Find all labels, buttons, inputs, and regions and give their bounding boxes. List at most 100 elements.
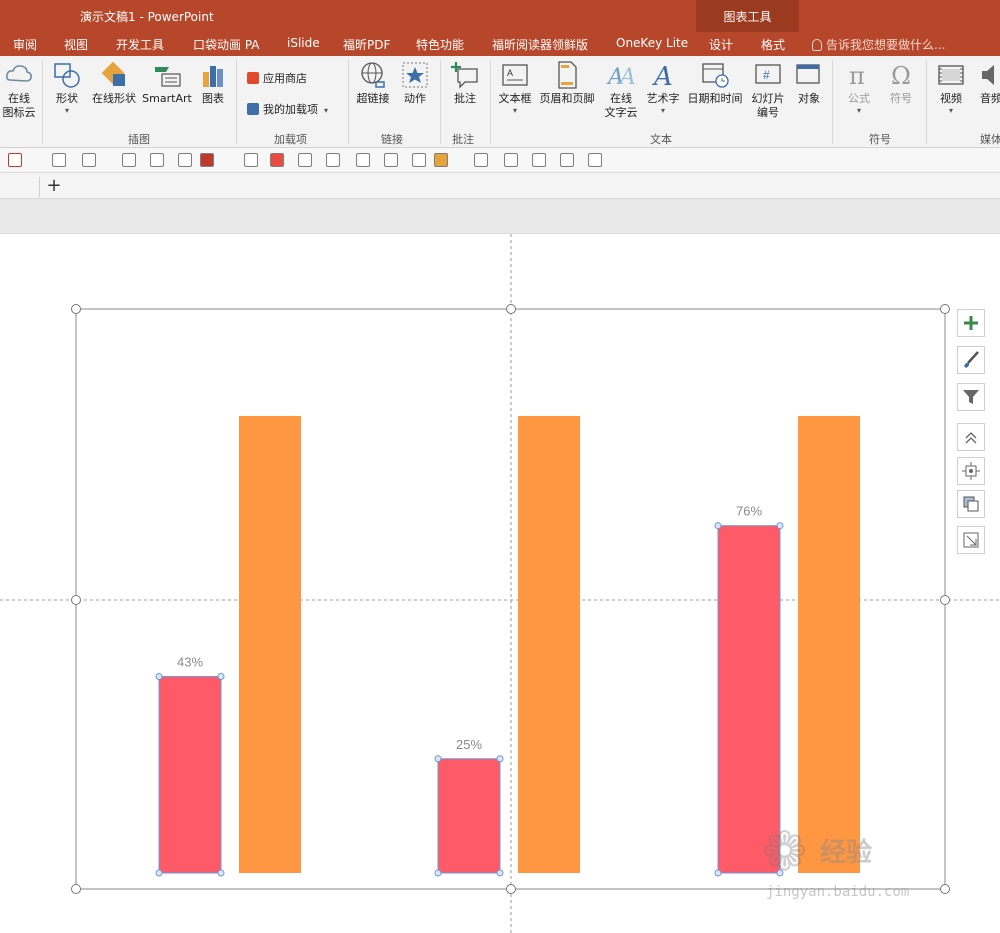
symbol-button[interactable]: Ω 符号 bbox=[882, 60, 920, 106]
bar-series2-2[interactable] bbox=[518, 416, 580, 873]
omega-icon: Ω bbox=[891, 62, 911, 90]
selection-point[interactable] bbox=[714, 522, 722, 530]
pen-color-icon[interactable] bbox=[8, 153, 22, 167]
hyperlink-button[interactable]: 超链接 bbox=[354, 60, 392, 106]
resize-handle[interactable] bbox=[940, 595, 950, 605]
bars-icon[interactable] bbox=[384, 153, 398, 167]
data-label-3[interactable]: 76% bbox=[736, 504, 762, 519]
bar-series2-1[interactable] bbox=[239, 416, 301, 873]
selection-point[interactable] bbox=[496, 869, 504, 877]
tell-me-box[interactable]: 告诉我您想要做什么... bbox=[812, 36, 945, 53]
selection-point[interactable] bbox=[714, 869, 722, 877]
online-shapes-button[interactable]: 在线形状 bbox=[88, 60, 140, 106]
image-icon[interactable] bbox=[412, 153, 426, 167]
layout-options-button[interactable] bbox=[957, 457, 985, 485]
resize-handle[interactable] bbox=[940, 304, 950, 314]
group-label-symbols: 符号 bbox=[869, 133, 891, 146]
text-effects-icon[interactable] bbox=[82, 153, 96, 167]
grid-icon[interactable] bbox=[122, 153, 136, 167]
datetime-button[interactable]: 日期和时间 bbox=[684, 60, 746, 106]
center-icon[interactable] bbox=[560, 153, 574, 167]
action-button[interactable]: 动作 bbox=[398, 60, 432, 106]
data-label-1[interactable]: 43% bbox=[177, 654, 203, 669]
chart-styles-button[interactable] bbox=[957, 346, 985, 374]
resize-handle[interactable] bbox=[506, 304, 516, 314]
bar-series1-2[interactable] bbox=[437, 758, 501, 874]
pin-icon[interactable] bbox=[504, 153, 518, 167]
comment-button[interactable]: 批注 bbox=[446, 60, 484, 106]
app-store-label: 应用商店 bbox=[263, 72, 307, 85]
tab-pocket-animation[interactable]: 口袋动画 PA bbox=[193, 36, 260, 53]
align-icon[interactable] bbox=[150, 153, 164, 167]
wordart-button[interactable]: A 艺术字 ▾ bbox=[644, 60, 682, 116]
spacing-icon[interactable] bbox=[474, 153, 488, 167]
my-addins-button[interactable]: 我的加载项 ▾ bbox=[247, 101, 328, 117]
resize-handle[interactable] bbox=[71, 304, 81, 314]
tab-view[interactable]: 视图 bbox=[64, 36, 88, 53]
tab-special-features[interactable]: 特色功能 bbox=[416, 36, 464, 53]
chart-elements-button[interactable] bbox=[957, 309, 985, 337]
chart-button[interactable]: 图表 bbox=[196, 60, 230, 106]
shapes-button[interactable]: 形状 ▾ bbox=[48, 60, 86, 116]
film-icon bbox=[938, 65, 964, 85]
equation-button[interactable]: π 公式 ▾ bbox=[840, 60, 878, 116]
tab-islide[interactable]: iSlide bbox=[287, 36, 320, 50]
selection-point[interactable] bbox=[217, 672, 225, 680]
smartart-button[interactable]: SmartArt bbox=[142, 60, 192, 106]
svg-text:A: A bbox=[507, 68, 513, 78]
tab-foxit-pdf[interactable]: 福昕PDF bbox=[343, 36, 390, 53]
group-separator bbox=[832, 60, 833, 144]
align-left-icon[interactable] bbox=[244, 153, 258, 167]
selection-point[interactable] bbox=[434, 755, 442, 763]
resize-handle[interactable] bbox=[506, 884, 516, 894]
tab-foxit-reader[interactable]: 福昕阅读器领鲜版 bbox=[492, 36, 588, 53]
bar-series2-3[interactable] bbox=[798, 416, 860, 873]
audio-button[interactable]: 音频 bbox=[972, 60, 1000, 106]
new-tab-button[interactable]: + bbox=[46, 175, 62, 196]
document-tab[interactable] bbox=[0, 177, 40, 197]
font-color-icon[interactable] bbox=[52, 153, 66, 167]
bar-series1-1[interactable] bbox=[158, 675, 222, 874]
object-button[interactable]: 对象 bbox=[792, 60, 826, 106]
selection-point[interactable] bbox=[434, 869, 442, 877]
wordart-icon: A bbox=[652, 62, 673, 90]
group-separator bbox=[348, 60, 349, 144]
matrix-icon[interactable] bbox=[270, 153, 284, 167]
slide-number-button[interactable]: # 幻灯片 编号 bbox=[748, 60, 788, 120]
chart-filters-button[interactable] bbox=[957, 383, 985, 411]
resize-handle[interactable] bbox=[71, 884, 81, 894]
video-button[interactable]: 视频 ▾ bbox=[932, 60, 970, 116]
fill-color-icon[interactable] bbox=[200, 153, 214, 167]
data-label-2[interactable]: 25% bbox=[456, 737, 482, 752]
tab-onekey-lite[interactable]: OneKey Lite bbox=[616, 36, 688, 50]
online-wordcloud-label: 在线 文字云 bbox=[604, 92, 638, 119]
tab-review[interactable]: 审阅 bbox=[13, 36, 37, 53]
textbox-button[interactable]: A 文本框 ▾ bbox=[496, 60, 534, 116]
resize-button[interactable] bbox=[957, 526, 985, 554]
resize-handle[interactable] bbox=[71, 595, 81, 605]
tab-developer[interactable]: 开发工具 bbox=[116, 36, 164, 53]
selection-point[interactable] bbox=[155, 672, 163, 680]
distribute-icon[interactable] bbox=[178, 153, 192, 167]
target-icon[interactable] bbox=[326, 153, 340, 167]
online-icons-button[interactable]: 在线 图标云 bbox=[0, 60, 38, 120]
tab-design[interactable]: 设计 bbox=[709, 36, 733, 53]
app-store-button[interactable]: 应用商店 bbox=[247, 70, 307, 86]
watermark-url: jingyan.baidu.com bbox=[766, 884, 910, 900]
bring-forward-button[interactable] bbox=[957, 423, 985, 451]
tab-format[interactable]: 格式 bbox=[761, 36, 785, 53]
header-footer-button[interactable]: 页眉和页脚 bbox=[536, 60, 598, 106]
selection-point[interactable] bbox=[155, 869, 163, 877]
paste-icon[interactable] bbox=[434, 153, 448, 167]
shapes-label: 形状 bbox=[56, 92, 78, 105]
selection-point[interactable] bbox=[496, 755, 504, 763]
crop-icon[interactable] bbox=[588, 153, 602, 167]
online-wordcloud-button[interactable]: AA 在线 文字云 bbox=[600, 60, 642, 120]
arrange-button[interactable] bbox=[957, 490, 985, 518]
align-right-icon[interactable] bbox=[356, 153, 370, 167]
selection-point[interactable] bbox=[776, 522, 784, 530]
rotate-icon[interactable] bbox=[298, 153, 312, 167]
group-separator bbox=[42, 60, 43, 144]
selection-point[interactable] bbox=[217, 869, 225, 877]
columns-icon[interactable] bbox=[532, 153, 546, 167]
